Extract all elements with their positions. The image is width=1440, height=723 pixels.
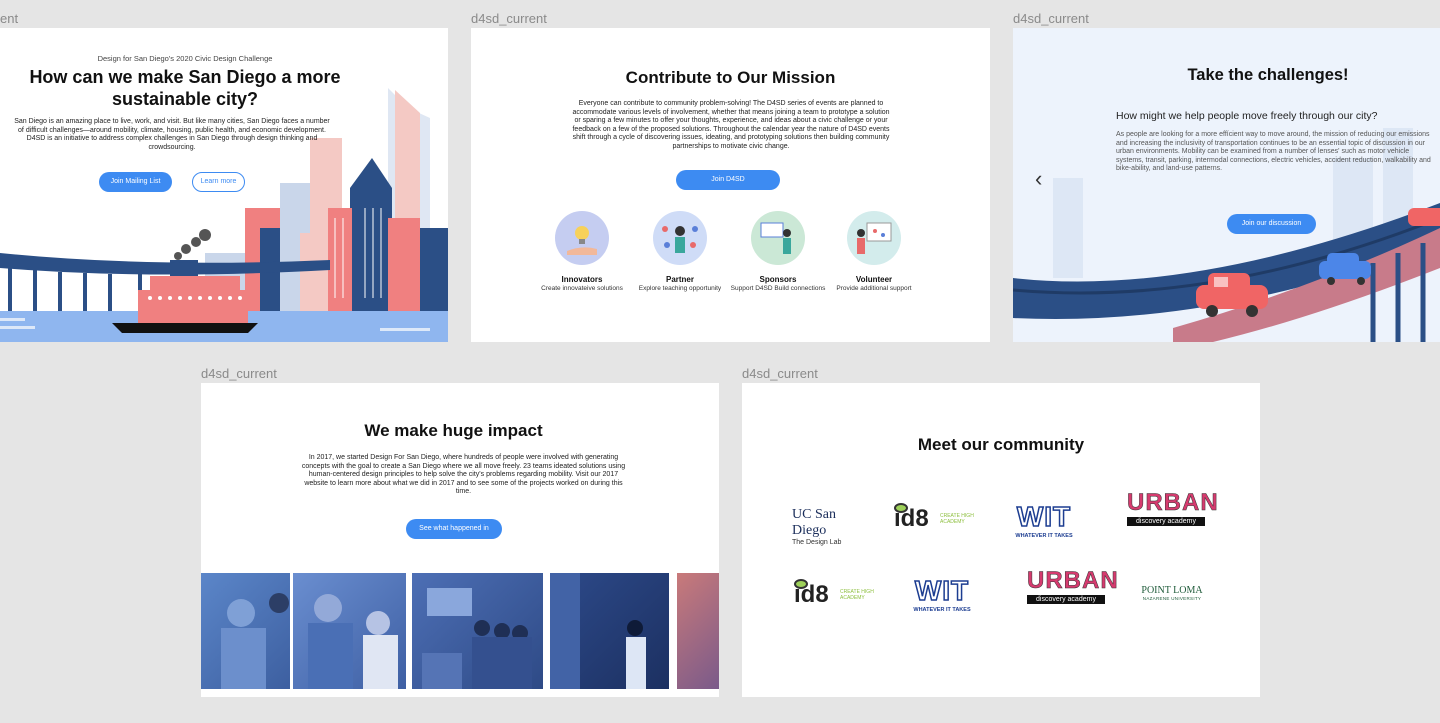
learn-more-button[interactable]: Learn more [192,172,245,192]
impact-title: We make huge impact [364,421,543,440]
role-partner[interactable]: Partner Explore teaching opportunity [630,211,730,293]
photo-workshop-3 [412,573,543,689]
wit-logo[interactable]: WIT WHATEVER IT TAKES [1004,500,1084,539]
challenge-question: How might we help people move freely thr… [1116,110,1378,122]
photo-workshop-5 [677,573,719,689]
hero-description: San Diego is an amazing place to live, w… [14,118,330,151]
role-desc: Explore teaching opportunity [638,285,722,292]
see-2017-button[interactable]: See what happened in 2017 [406,519,502,552]
frame-label-challenges: d4sd_current [1013,11,1089,26]
join-mailing-list-button[interactable]: Join Mailing List [99,172,172,192]
urban-logo-secondary[interactable]: URBAN discovery academy [1027,567,1118,604]
point-loma-logo[interactable]: POINT LOMA NAZARENE UNIVERSITY [1130,585,1214,601]
mission-title: Contribute to Our Mission [625,68,836,87]
presentation-person-icon [751,211,805,265]
frame-label-impact: d4sd_current [201,366,277,381]
role-name: Volunteer [855,275,893,284]
join-discussion-button[interactable]: Join our discussion [1227,214,1316,234]
challenges-frame[interactable]: ‹ Take the challenges! How might we help… [1013,28,1440,342]
hero-title: How can we make San Diego a more sustain… [29,67,341,109]
photo-workshop-1 [201,573,290,689]
id8-logo-secondary[interactable]: id8 CREATE HIGH ACADEMY [794,579,874,609]
photo-workshop-2 [293,573,406,689]
join-d4sd-button[interactable]: Join D4SD [676,170,780,190]
lightbulb-hand-icon [555,211,609,265]
community-title: Meet our community [917,435,1085,454]
impact-description: In 2017, we started Design For San Diego… [301,454,626,496]
role-desc: Create innovateive solutions [541,285,623,292]
chevron-left-icon[interactable]: ‹ [1035,166,1042,192]
network-person-icon [653,211,707,265]
frame-label-mission: d4sd_current [471,11,547,26]
challenges-title: Take the challenges! [1187,66,1349,84]
impact-frame[interactable]: We make huge impact In 2017, we started … [201,383,719,697]
urban-logo[interactable]: URBAN discovery academy [1127,489,1218,526]
eye-icon [894,503,908,513]
role-innovators[interactable]: Innovators Create innovateive solutions [532,211,632,293]
mission-frame[interactable]: Contribute to Our Mission Everyone can c… [471,28,990,342]
role-name: Innovators [561,275,603,284]
role-sponsors[interactable]: Sponsors Support D4SD Build connections [728,211,828,293]
id8-logo[interactable]: id8 CREATE HIGH ACADEMY [894,503,974,533]
role-name: Sponsors [759,275,797,284]
photo-workshop-4 [550,573,669,689]
role-name: Partner [665,275,694,284]
hero-frame[interactable]: Design for San Diego's 2020 Civic Design… [0,28,448,342]
wit-logo-secondary[interactable]: WIT WHATEVER IT TAKES [902,574,982,613]
community-frame[interactable]: Meet our community UC San Diego The Desi… [742,383,1260,697]
role-desc: Provide additional support [836,285,912,292]
whiteboard-person-icon [847,211,901,265]
frame-label-hero: ent [0,11,19,26]
role-desc: Support D4SD Build connections [730,285,826,292]
hero-kicker: Design for San Diego's 2020 Civic Design… [97,54,273,63]
frame-label-community: d4sd_current [742,366,818,381]
eye-icon [794,579,808,589]
ucsd-logo[interactable]: UC San Diego The Design Lab [792,507,872,546]
role-volunteer[interactable]: Volunteer Provide additional support [824,211,924,293]
challenge-description: As people are looking for a more effície… [1116,131,1431,173]
mission-description: Everyone can contribute to community pro… [572,100,890,150]
